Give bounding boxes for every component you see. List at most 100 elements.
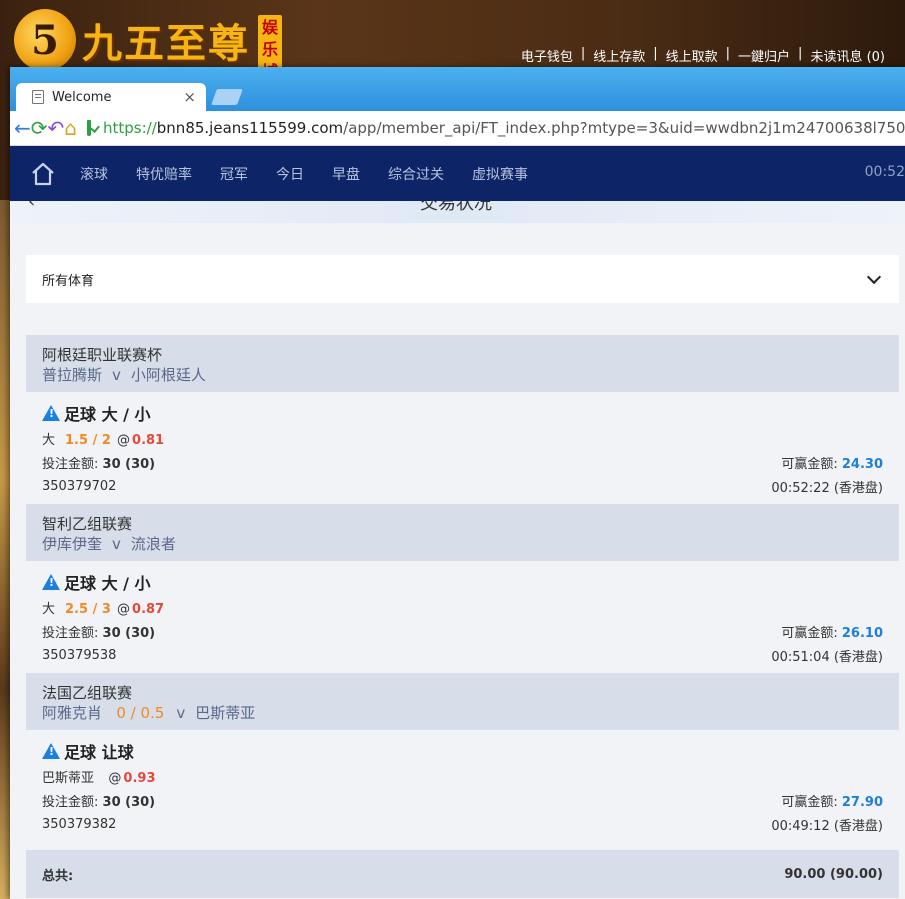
reload-icon[interactable]: ⟳ — [31, 111, 48, 145]
win-value: 26.10 — [841, 625, 883, 641]
win-label: 可赢金额: — [781, 794, 838, 810]
bet-card: 智利乙组联赛 伊库伊奎 v 流浪者 足球 大 / 小 大 2.5 / 3 @0.87 … — [26, 504, 899, 673]
pick-line: 2.5 / 3 — [65, 601, 111, 617]
nav-items: 滚球 特优赔率 冠军 今日 早盘 综合过关 虚拟赛事 — [80, 164, 556, 184]
market-name: 足球 大 / 小 — [64, 405, 151, 424]
home-team: 伊库伊奎 — [42, 535, 103, 553]
new-tab-button[interactable] — [211, 89, 243, 105]
close-icon[interactable]: × — [183, 88, 196, 106]
back-arrow-icon[interactable]: ← — [14, 111, 31, 145]
bet-body: 足球 让球 巴斯蒂亚 @0.93 投注金额: 30 (30) 可赢金额: 27.9… — [26, 730, 899, 842]
total-row: 总共: 90.00 (90.00) — [26, 850, 899, 898]
clock: 00:52 — [864, 164, 905, 180]
nav-item-early[interactable]: 早盘 — [332, 164, 360, 184]
match-teams: 普拉腾斯 v 小阿根廷人 — [42, 365, 883, 386]
bet-header: 法国乙组联赛 阿雅克肖 0 / 0.5 v 巴斯蒂亚 — [26, 673, 899, 730]
logo-name: 九五至尊 — [82, 20, 250, 67]
bet-header: 阿根廷职业联赛杯 普拉腾斯 v 小阿根廷人 — [26, 335, 899, 392]
market-name: 足球 大 / 小 — [64, 574, 151, 593]
home-team: 普拉腾斯 — [42, 366, 103, 384]
pick-odds: 0.87 — [132, 601, 165, 617]
tab-title: Welcome — [52, 89, 112, 105]
site-logo[interactable]: 5 九五至尊 娱乐城 — [14, 9, 282, 85]
stake-label: 投注金额: — [42, 625, 99, 641]
stake-value: 30 (30) — [102, 456, 156, 472]
nav-item-outright[interactable]: 冠军 — [220, 164, 248, 184]
win-label: 可赢金额: — [781, 625, 838, 641]
bet-amounts: 投注金额: 30 (30) 可赢金额: 27.90 — [42, 788, 883, 812]
bet-pick: 巴斯蒂亚 @0.93 — [42, 764, 883, 788]
away-team: 流浪者 — [130, 535, 176, 553]
link-merge-account[interactable]: 一鍵归户 — [738, 46, 790, 65]
bet-card: 阿根廷职业联赛杯 普拉腾斯 v 小阿根廷人 足球 大 / 小 大 1.5 / 2 @0… — [26, 335, 899, 504]
logo-mark: 5 — [14, 9, 76, 71]
bet-meta: 350379702 00:52:22 (香港盘) — [42, 474, 883, 498]
bet-amounts: 投注金额: 30 (30) 可赢金额: 24.30 — [42, 450, 883, 474]
total-value: 90.00 (90.00) — [784, 866, 883, 882]
at-sign: @ — [117, 601, 131, 617]
page-title: 交易状况 — [420, 201, 492, 214]
nav-item-parlay[interactable]: 综合过关 — [388, 164, 444, 184]
win-value: 27.90 — [841, 794, 883, 810]
match-teams: 阿雅克肖 0 / 0.5 v 巴斯蒂亚 — [42, 703, 883, 724]
site-nav: 滚球 特优赔率 冠军 今日 早盘 综合过关 虚拟赛事 00:52 — [10, 146, 905, 201]
stake-value: 30 (30) — [102, 794, 156, 810]
handicap-line: 0 / 0.5 — [116, 704, 165, 722]
link-separator: | — [798, 46, 803, 61]
sport-filter-select[interactable]: 所有体育 — [26, 255, 899, 303]
nav-item-best-odds[interactable]: 特优赔率 — [136, 164, 192, 184]
link-separator: | — [580, 46, 586, 61]
back-chevron-icon[interactable]: ‹ — [28, 201, 35, 212]
pick-side: 大 — [42, 432, 56, 448]
league-name: 阿根廷职业联赛杯 — [42, 346, 163, 364]
pick-odds: 0.93 — [123, 770, 156, 786]
bet-pick: 大 2.5 / 3 @0.87 — [42, 595, 883, 619]
home-icon[interactable]: ⌂ — [64, 111, 77, 145]
market-title: 足球 让球 — [42, 738, 883, 764]
main-content: 所有体育 阿根廷职业联赛杯 普拉腾斯 v 小阿根廷人 足球 大 / 小 大 1.5 /… — [10, 223, 905, 898]
at-sign: @ — [117, 432, 131, 448]
url-field[interactable]: https://bnn85.jeans115599.com/app/member… — [103, 119, 905, 137]
win-label: 可赢金额: — [781, 456, 838, 472]
ticket-id: 350379702 — [42, 478, 117, 494]
bet-header: 智利乙组联赛 伊库伊奎 v 流浪者 — [26, 504, 899, 561]
vs-label: v — [112, 535, 121, 553]
address-bar: ← ⟳ ↶ ⌂ https://bnn85.jeans115599.com/ap… — [10, 111, 905, 146]
bet-time: 00:51:04 (香港盘) — [771, 649, 883, 665]
warning-icon — [42, 405, 60, 421]
url-path: /app/member_api/FT_index.php?mtype=3&uid… — [343, 119, 905, 137]
at-sign: @ — [108, 770, 122, 786]
bet-card: 法国乙组联赛 阿雅克肖 0 / 0.5 v 巴斯蒂亚 足球 让球 巴斯蒂亚 @0.9… — [26, 673, 899, 842]
browser-tab-welcome[interactable]: Welcome × — [16, 83, 206, 111]
vs-label: v — [112, 366, 121, 384]
market-title: 足球 大 / 小 — [42, 400, 883, 426]
undo-icon[interactable]: ↶ — [48, 111, 65, 145]
bet-time: 00:49:12 (香港盘) — [771, 818, 883, 834]
home-icon[interactable] — [24, 154, 64, 194]
pick-odds: 0.81 — [132, 432, 165, 448]
away-team: 巴斯蒂亚 — [195, 704, 256, 722]
shield-icon — [87, 120, 91, 136]
url-host: bnn85.jeans115599.com — [156, 119, 344, 137]
warning-icon — [42, 574, 60, 590]
bet-amounts: 投注金额: 30 (30) 可赢金额: 26.10 — [42, 619, 883, 643]
browser-window: Welcome × ← ⟳ ↶ ⌂ https://bnn85.jeans115… — [10, 67, 905, 899]
stake-value: 30 (30) — [102, 625, 156, 641]
stake-label: 投注金额: — [42, 794, 99, 810]
league-name: 智利乙组联赛 — [42, 515, 133, 533]
link-separator: | — [653, 46, 658, 61]
pick-line: 1.5 / 2 — [65, 432, 111, 448]
link-deposit[interactable]: 线上存款 — [593, 46, 645, 65]
win-value: 24.30 — [841, 456, 883, 472]
nav-item-today[interactable]: 今日 — [276, 164, 304, 184]
link-withdraw[interactable]: 线上取款 — [666, 46, 718, 65]
bet-pick: 大 1.5 / 2 @0.81 — [42, 426, 883, 450]
bet-time: 00:52:22 (香港盘) — [771, 480, 883, 496]
nav-item-live[interactable]: 滚球 — [80, 164, 108, 184]
bet-meta: 350379382 00:49:12 (香港盘) — [42, 812, 883, 836]
bet-body: 足球 大 / 小 大 2.5 / 3 @0.87 投注金额: 30 (30) 可赢金… — [26, 561, 899, 673]
link-unread-messages[interactable]: 未读讯息 (0) — [810, 46, 885, 65]
link-wallet[interactable]: 电子钱包 — [521, 46, 573, 65]
total-label: 总共: — [42, 868, 74, 884]
nav-item-virtual[interactable]: 虚拟赛事 — [472, 164, 528, 184]
